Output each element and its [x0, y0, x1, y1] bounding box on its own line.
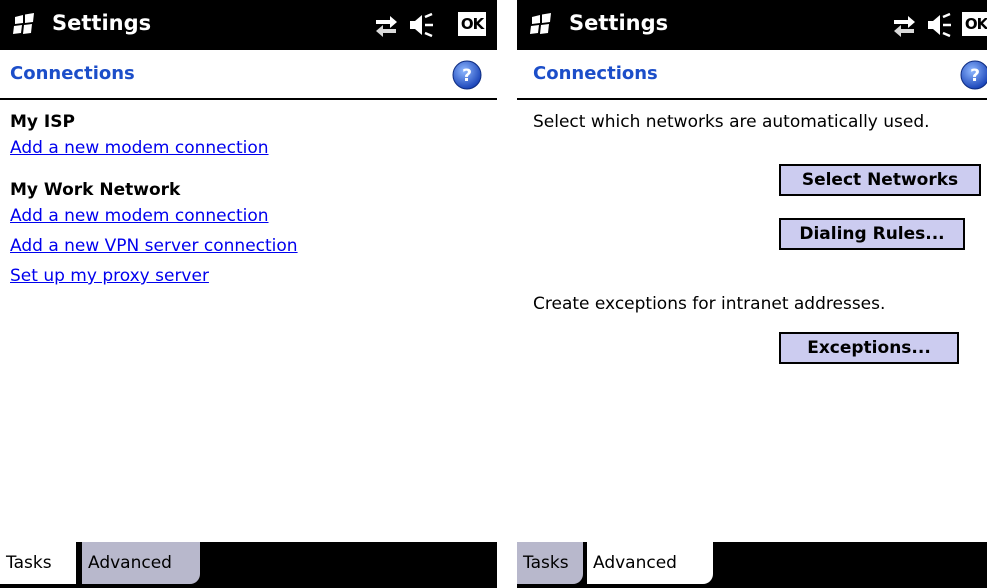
connections-advanced-screen: Settings OK Connections ? Select which n… [517, 0, 987, 588]
app-title: Settings [52, 11, 152, 35]
networks-description: Select which networks are automatically … [533, 112, 930, 132]
dialing-rules-button[interactable]: Dialing Rules... [779, 218, 965, 250]
link-proxy-server[interactable]: Set up my proxy server [10, 266, 209, 286]
tab-tasks[interactable]: Tasks [0, 542, 76, 584]
tab-advanced[interactable]: Advanced [82, 542, 200, 584]
group-heading-my-work-network: My Work Network [10, 180, 181, 200]
title-bar: Settings OK [517, 0, 987, 50]
connections-tasks-screen: Settings OK Connections ? My ISP Add a n… [0, 0, 497, 588]
group-heading-my-isp: My ISP [10, 112, 75, 132]
tab-tasks[interactable]: Tasks [517, 542, 583, 584]
title-bar: Settings OK [0, 0, 497, 50]
ok-button[interactable]: OK [458, 12, 486, 36]
link-add-modem-work[interactable]: Add a new modem connection [10, 206, 269, 226]
link-add-vpn[interactable]: Add a new VPN server connection [10, 236, 298, 256]
connectivity-icon[interactable] [891, 12, 917, 38]
page-title: Connections [533, 63, 658, 84]
page-header: Connections ? [0, 50, 497, 100]
help-icon[interactable]: ? [960, 60, 987, 90]
svg-text:?: ? [462, 66, 472, 86]
tasks-content: My ISP Add a new modem connection My Wor… [0, 100, 497, 542]
volume-icon[interactable] [925, 12, 951, 38]
page-title: Connections [10, 63, 135, 84]
tab-bar: Tasks Advanced [0, 542, 497, 588]
tab-bar: Tasks Advanced [517, 542, 987, 588]
volume-icon[interactable] [407, 12, 433, 38]
ok-button[interactable]: OK [962, 12, 987, 36]
page-header: Connections ? [517, 50, 987, 100]
select-networks-button[interactable]: Select Networks [779, 164, 981, 196]
advanced-content: Select which networks are automatically … [517, 100, 987, 542]
link-add-modem-isp[interactable]: Add a new modem connection [10, 138, 269, 158]
app-title: Settings [569, 11, 669, 35]
connectivity-icon[interactable] [373, 12, 399, 38]
windows-logo-icon[interactable] [12, 13, 36, 35]
exceptions-button[interactable]: Exceptions... [779, 332, 959, 364]
tab-advanced[interactable]: Advanced [587, 542, 713, 584]
windows-logo-icon[interactable] [529, 13, 553, 35]
svg-text:?: ? [970, 66, 980, 86]
help-icon[interactable]: ? [452, 60, 482, 90]
exceptions-description: Create exceptions for intranet addresses… [533, 294, 886, 314]
